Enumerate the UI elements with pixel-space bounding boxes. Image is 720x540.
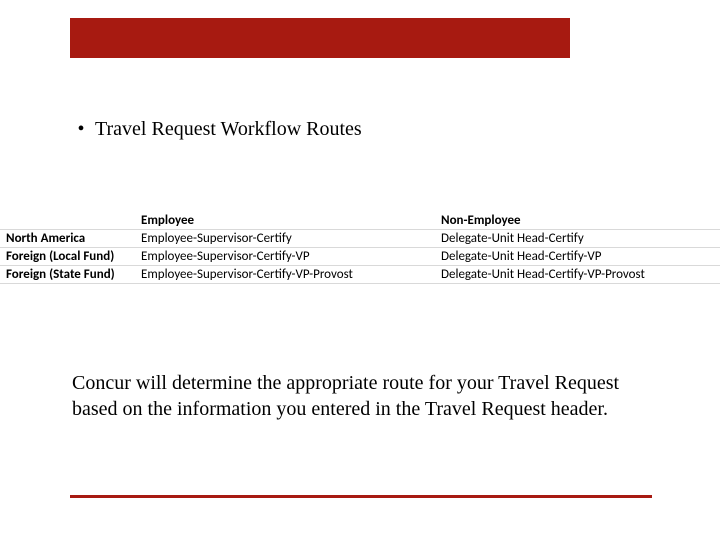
cell-nonemployee: Delegate-Unit Head-Certify [435, 230, 720, 248]
bullet-text: Travel Request Workflow Routes [95, 116, 362, 142]
cell-employee: Employee-Supervisor-Certify-VP-Provost [135, 266, 435, 284]
table-header-employee: Employee [135, 212, 435, 230]
header-bar [70, 18, 570, 58]
slide: • Travel Request Workflow Routes Employe… [0, 0, 720, 540]
cell-employee: Employee-Supervisor-Certify [135, 230, 435, 248]
row-label: Foreign (State Fund) [0, 266, 135, 284]
table-header-blank [0, 212, 135, 230]
table-row: North America Employee-Supervisor-Certif… [0, 230, 720, 248]
routes-table-wrap: Employee Non-Employee North America Empl… [0, 212, 720, 284]
body-paragraph: Concur will determine the appropriate ro… [72, 370, 637, 422]
table-header-nonemployee: Non-Employee [435, 212, 720, 230]
footer-rule [70, 495, 652, 498]
cell-nonemployee: Delegate-Unit Head-Certify-VP [435, 248, 720, 266]
bullet-item: • Travel Request Workflow Routes [72, 116, 660, 142]
table-row: Foreign (Local Fund) Employee-Supervisor… [0, 248, 720, 266]
routes-table: Employee Non-Employee North America Empl… [0, 212, 720, 284]
table-header-row: Employee Non-Employee [0, 212, 720, 230]
bullet-marker: • [72, 116, 90, 142]
table-row: Foreign (State Fund) Employee-Supervisor… [0, 266, 720, 284]
cell-nonemployee: Delegate-Unit Head-Certify-VP-Provost [435, 266, 720, 284]
cell-employee: Employee-Supervisor-Certify-VP [135, 248, 435, 266]
row-label: North America [0, 230, 135, 248]
row-label: Foreign (Local Fund) [0, 248, 135, 266]
